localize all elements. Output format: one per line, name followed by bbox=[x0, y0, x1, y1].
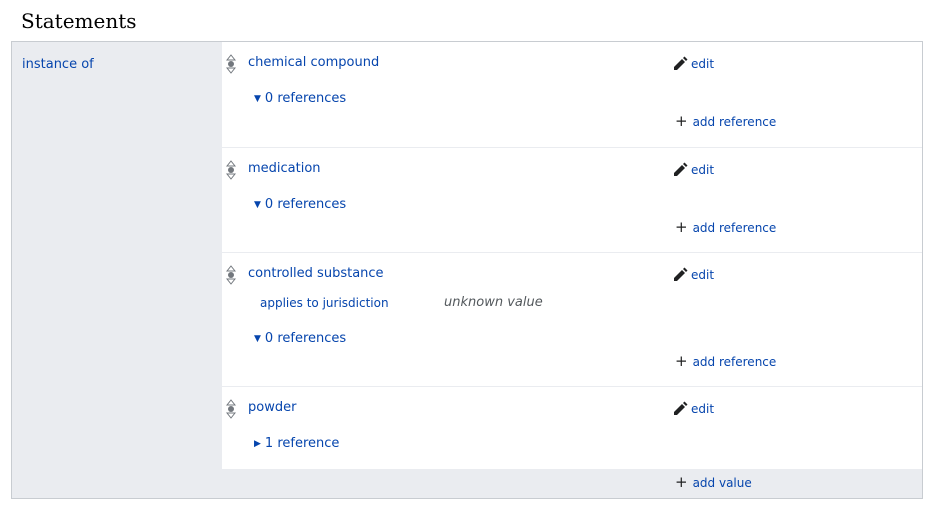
edit-label: edit bbox=[691, 402, 715, 416]
add-value-button[interactable]: + add value bbox=[675, 475, 752, 490]
qualifier-value: unknown value bbox=[444, 295, 543, 310]
statement-medication: medication edit ▼ 0 references + add refer… bbox=[222, 148, 922, 253]
statement-controlled-substance: controlled substance applies to jurisdic… bbox=[222, 253, 922, 387]
plus-icon: + bbox=[675, 473, 688, 491]
references-toggle[interactable]: ▼ 0 references bbox=[254, 91, 346, 106]
edit-button[interactable]: edit bbox=[672, 162, 714, 178]
references-toggle[interactable]: ▶ 1 reference bbox=[254, 436, 339, 451]
rank-selector-icon[interactable] bbox=[226, 54, 236, 74]
statement-group: instance of chemical compound edit ▼ 0 re… bbox=[11, 41, 923, 499]
add-reference-label: add reference bbox=[692, 114, 777, 129]
edit-label: edit bbox=[691, 57, 715, 71]
plus-icon: + bbox=[675, 352, 688, 370]
section-heading: Statements bbox=[21, 9, 137, 33]
statement-list: chemical compound edit ▼ 0 references + ad… bbox=[222, 42, 922, 469]
add-value-label: add value bbox=[692, 475, 752, 490]
references-label: 0 references bbox=[264, 197, 347, 212]
rank-selector-icon[interactable] bbox=[226, 399, 236, 419]
pencil-icon bbox=[674, 162, 688, 176]
triangle-down-icon: ▼ bbox=[254, 94, 261, 104]
rank-selector-icon[interactable] bbox=[226, 160, 236, 180]
edit-button[interactable]: edit bbox=[672, 401, 714, 417]
statement-value-link[interactable]: powder bbox=[248, 400, 296, 415]
references-toggle[interactable]: ▼ 0 references bbox=[254, 197, 346, 212]
plus-icon: + bbox=[675, 112, 688, 130]
statement-value-link[interactable]: controlled substance bbox=[248, 266, 384, 281]
statement-value-link[interactable]: chemical compound bbox=[248, 55, 379, 70]
add-reference-button[interactable]: + add reference bbox=[675, 354, 776, 369]
statement-chemical-compound: chemical compound edit ▼ 0 references + ad… bbox=[222, 42, 922, 148]
references-toggle[interactable]: ▼ 0 references bbox=[254, 331, 346, 346]
add-reference-label: add reference bbox=[692, 220, 777, 235]
statement-powder: powder edit ▶ 1 reference bbox=[222, 387, 922, 469]
references-label: 0 references bbox=[264, 91, 347, 106]
statement-value-link[interactable]: medication bbox=[248, 161, 321, 176]
edit-button[interactable]: edit bbox=[672, 56, 714, 72]
plus-icon: + bbox=[675, 218, 688, 236]
triangle-right-icon: ▶ bbox=[254, 439, 261, 449]
references-label: 1 reference bbox=[264, 436, 340, 451]
add-reference-label: add reference bbox=[692, 354, 777, 369]
pencil-icon bbox=[674, 56, 688, 70]
qualifier-property-link[interactable]: applies to jurisdiction bbox=[260, 296, 389, 310]
triangle-down-icon: ▼ bbox=[254, 334, 261, 344]
add-reference-button[interactable]: + add reference bbox=[675, 220, 776, 235]
pencil-icon bbox=[674, 267, 688, 281]
edit-label: edit bbox=[691, 163, 715, 177]
property-link[interactable]: instance of bbox=[22, 57, 94, 72]
add-reference-button[interactable]: + add reference bbox=[675, 114, 776, 129]
triangle-down-icon: ▼ bbox=[254, 200, 261, 210]
pencil-icon bbox=[674, 401, 688, 415]
edit-button[interactable]: edit bbox=[672, 267, 714, 283]
edit-label: edit bbox=[691, 268, 715, 282]
references-label: 0 references bbox=[264, 331, 347, 346]
rank-selector-icon[interactable] bbox=[226, 265, 236, 285]
